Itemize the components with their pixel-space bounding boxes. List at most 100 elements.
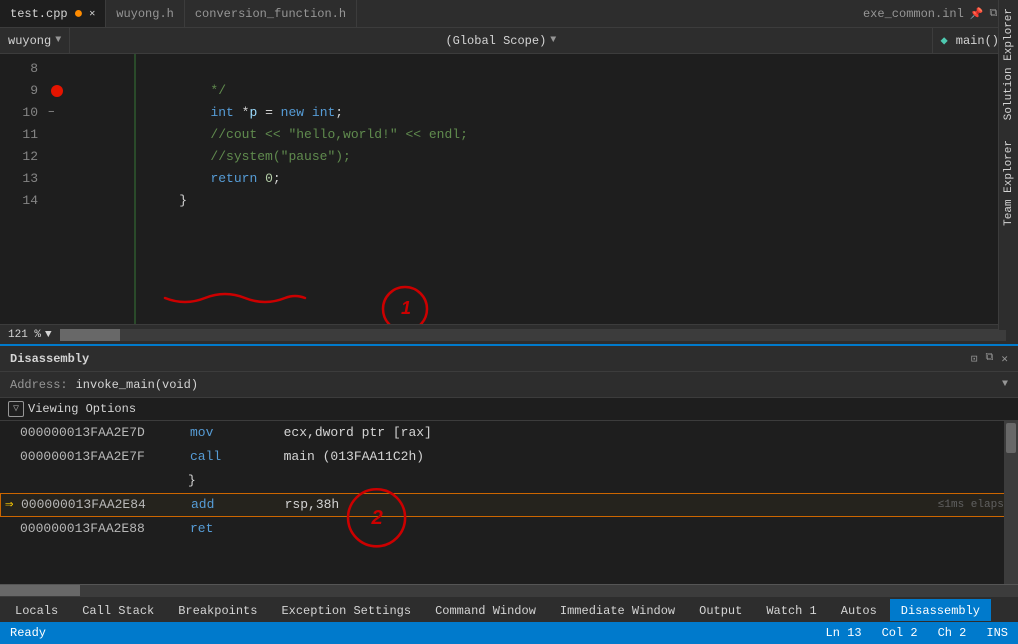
solution-explorer-tab[interactable]: Solution Explorer xyxy=(1003,8,1015,120)
zoom-level: 121 % xyxy=(8,329,41,341)
line-num-12: 12 xyxy=(0,146,38,168)
disassembly-title: Disassembly xyxy=(10,352,971,366)
status-ch: Ch 2 xyxy=(938,626,967,640)
disasm-mnem-1: mov xyxy=(190,421,284,445)
status-ln: Ln 13 xyxy=(826,626,862,640)
disasm-mnem-current: add xyxy=(191,493,285,517)
scope-bar: wuyong ▼ (Global Scope) ▼ ◆ main() ▼ xyxy=(0,28,1018,54)
tab-wuyong-h[interactable]: wuyong.h xyxy=(106,0,185,27)
disasm-h-scrollbar[interactable] xyxy=(0,584,1018,596)
tab-breakpoints[interactable]: Breakpoints xyxy=(167,599,268,621)
gutter-13 xyxy=(48,168,66,190)
zoom-bar: 121 % ▼ xyxy=(0,324,1018,344)
disassembly-title-bar: Disassembly ⊡ ⧉ ✕ xyxy=(0,346,1018,372)
code-line-11: //system("pause"); xyxy=(66,124,1004,146)
editor-with-sidebar: 8 9 10 11 12 13 14 − xyxy=(0,54,1018,324)
scope-middle-dropdown[interactable]: (Global Scope) ▼ xyxy=(70,28,932,53)
tab-exception-settings[interactable]: Exception Settings xyxy=(270,599,422,621)
line-num-11: 11 xyxy=(0,124,38,146)
tab-locals[interactable]: Locals xyxy=(4,599,69,621)
tab-disassembly[interactable]: Disassembly xyxy=(890,599,991,621)
bottom-tabs: Locals Call Stack Breakpoints Exception … xyxy=(0,596,1018,622)
float-icon[interactable]: ⧉ xyxy=(986,352,994,366)
window-icon[interactable]: ⧉ xyxy=(990,8,998,20)
status-bar: Ready Ln 13 Col 2 Ch 2 INS xyxy=(0,622,1018,644)
address-dropdown-arrow[interactable]: ▼ xyxy=(1002,379,1008,390)
code-line-10: //cout << "hello,world!" << endl; xyxy=(66,102,1004,124)
disasm-scrollbar[interactable] xyxy=(1004,421,1018,584)
tab-close-btn[interactable]: ✕ xyxy=(89,8,95,20)
address-value: invoke_main(void) xyxy=(76,378,994,392)
disasm-line-1: 000000013FAA2E7D mov ecx,dword ptr [rax] xyxy=(0,421,1018,445)
disasm-mnem-4: ret xyxy=(190,517,270,541)
status-right: Ln 13 Col 2 Ch 2 INS xyxy=(826,626,1008,640)
gutter-14 xyxy=(48,190,66,212)
disasm-content: 000000013FAA2E7D mov ecx,dword ptr [rax]… xyxy=(0,421,1018,584)
code-content[interactable]: */ int *p = new int; //cout << "hello,wo… xyxy=(66,54,1004,324)
tab-label: wuyong.h xyxy=(116,7,174,21)
gutter-8 xyxy=(48,58,66,80)
disasm-scrollbar-thumb[interactable] xyxy=(1006,423,1016,453)
current-line-arrow: ⇒ xyxy=(5,493,13,517)
tab-conversion-h[interactable]: conversion_function.h xyxy=(185,0,357,27)
line-numbers: 8 9 10 11 12 13 14 xyxy=(0,54,48,324)
tab-label: test.cpp xyxy=(10,7,68,21)
disassembly-panel: Disassembly ⊡ ⧉ ✕ Address: invoke_main(v… xyxy=(0,344,1018,596)
line-num-14: 14 xyxy=(0,190,38,212)
tab-autos[interactable]: Autos xyxy=(830,599,888,621)
tab-bar: test.cpp ● ✕ wuyong.h conversion_functio… xyxy=(0,0,1018,28)
right-tab-label: exe_common.inl xyxy=(863,7,964,21)
gutter-12 xyxy=(48,146,66,168)
tab-watch1[interactable]: Watch 1 xyxy=(755,599,827,621)
line-num-8: 8 xyxy=(0,58,38,80)
tab-command-window[interactable]: Command Window xyxy=(424,599,547,621)
status-ready: Ready xyxy=(10,626,46,640)
scope-middle-value: (Global Scope) xyxy=(445,34,546,48)
disasm-ops-current: rsp,38h xyxy=(285,493,928,517)
status-col: Col 2 xyxy=(882,626,918,640)
editor-area: 8 9 10 11 12 13 14 − xyxy=(0,54,1018,324)
line-num-10: 10 xyxy=(0,102,38,124)
h-scrollbar-thumb[interactable] xyxy=(60,329,120,341)
tab-label: conversion_function.h xyxy=(195,7,346,21)
tab-call-stack[interactable]: Call Stack xyxy=(71,599,165,621)
tab-modified-dot: ● xyxy=(74,6,84,22)
disasm-line-2: 000000013FAA2E7F call main (013FAA11C2h) xyxy=(0,445,1018,469)
status-mode: INS xyxy=(986,626,1008,640)
scope-right-icon: ◆ xyxy=(941,33,948,48)
code-line-14 xyxy=(66,190,1004,212)
line-num-9: 9 xyxy=(0,80,38,102)
title-bar-icons: ⊡ ⧉ ✕ xyxy=(971,352,1008,366)
address-label: Address: xyxy=(10,378,68,392)
code-line-12: return 0; xyxy=(66,146,1004,168)
disasm-ops-1: ecx,dword ptr [rax] xyxy=(284,421,1018,445)
code-line-13: } xyxy=(66,168,1004,190)
disasm-addr-1: 000000013FAA2E7D xyxy=(20,421,190,445)
scope-left-dropdown[interactable]: wuyong ▼ xyxy=(0,28,70,53)
scope-middle-arrow: ▼ xyxy=(550,35,556,46)
gutter-11 xyxy=(48,124,66,146)
disasm-h-scrollbar-thumb[interactable] xyxy=(0,585,80,596)
pin-window-icon[interactable]: ⊡ xyxy=(971,352,978,366)
svg-text:1: 1 xyxy=(401,298,411,318)
line-num-13: 13 xyxy=(0,168,38,190)
tab-test-cpp[interactable]: test.cpp ● ✕ xyxy=(0,0,106,27)
disasm-addr-4: 000000013FAA2E88 xyxy=(20,517,190,541)
tab-right-area: exe_common.inl 📌 ⧉ ✕ xyxy=(863,7,1018,21)
zoom-arrow[interactable]: ▼ xyxy=(45,329,52,341)
pin-icon[interactable]: 📌 xyxy=(970,7,984,21)
breakpoint-9[interactable] xyxy=(51,85,63,97)
h-scrollbar[interactable] xyxy=(60,329,1006,341)
tab-output[interactable]: Output xyxy=(688,599,753,621)
disasm-line-brace: } xyxy=(0,469,1018,493)
viewing-options-toggle[interactable]: ▽ xyxy=(8,401,24,417)
disasm-addr-current: 000000013FAA2E84 xyxy=(21,493,191,517)
gutter-10: − xyxy=(48,102,66,124)
collapse-icon-10[interactable]: − xyxy=(48,107,55,119)
team-explorer-tab[interactable]: Team Explorer xyxy=(1003,140,1015,226)
close-panel-icon[interactable]: ✕ xyxy=(1001,352,1008,366)
viewing-options-bar: ▽ Viewing Options xyxy=(0,398,1018,421)
disasm-mnem-2: call xyxy=(190,445,284,469)
tab-immediate-window[interactable]: Immediate Window xyxy=(549,599,686,621)
disasm-line-4: 000000013FAA2E88 ret xyxy=(0,517,1018,541)
